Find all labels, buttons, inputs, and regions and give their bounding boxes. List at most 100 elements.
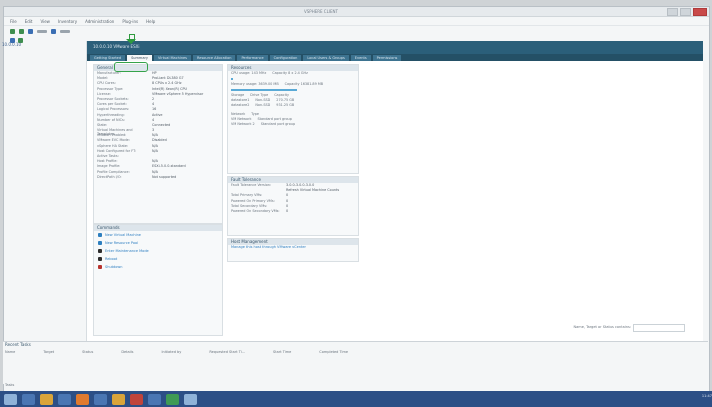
tab-highlight-box: [114, 62, 148, 72]
recent-tasks-panel: Recent Tasks Name Target Status Details …: [3, 341, 708, 384]
commands-panel: Commands New Virtual Machine New Resourc…: [93, 224, 223, 336]
recent-tasks-columns: Name Target Status Details Initiated by …: [3, 350, 708, 354]
col-name[interactable]: Name: [5, 350, 15, 354]
cpu-row: CPU usage: 143 MHz Capacity 8 x 2.4 GHz: [228, 71, 358, 76]
storage-cell: datastore2: [231, 103, 250, 107]
command-new-pool[interactable]: New Resource Pool: [94, 239, 222, 247]
forward-icon[interactable]: [19, 28, 24, 34]
search-label: Name, Target or Status contains:: [573, 325, 631, 329]
col-details[interactable]: Details: [121, 350, 133, 354]
col-completed[interactable]: Completed Time: [319, 350, 348, 354]
ie-icon[interactable]: [22, 393, 35, 405]
menu-administration[interactable]: Administration: [85, 19, 114, 24]
tab-getting-started[interactable]: Getting Started: [90, 55, 126, 61]
arrow-head: [126, 39, 136, 44]
general-row: DirectPath I/O: Not supported: [94, 175, 222, 180]
back-icon[interactable]: [10, 28, 15, 34]
menu-inventory[interactable]: Inventory: [58, 19, 77, 24]
menu-edit[interactable]: Edit: [25, 19, 33, 24]
vsphere-icon[interactable]: [94, 393, 107, 405]
start-button[interactable]: [4, 393, 17, 405]
minimize-button[interactable]: [667, 8, 678, 16]
firefox-icon[interactable]: [76, 393, 89, 405]
menu-help[interactable]: Help: [146, 19, 155, 24]
app-icon[interactable]: [58, 393, 71, 405]
storage-table: Storage Drive Type Capacity datastore1 Non-S…: [228, 93, 358, 108]
command-shutdown[interactable]: Shutdown: [94, 263, 222, 271]
window-controls: [667, 8, 707, 16]
fault-value: Refresh Virtual Machine Counts: [286, 188, 340, 193]
network-row[interactable]: VM Network 2 Standard port group: [228, 122, 358, 127]
chrome-icon[interactable]: [166, 393, 179, 405]
network-icon[interactable]: [148, 393, 161, 405]
general-value: Not supported: [152, 174, 177, 179]
breadcrumb-icon[interactable]: [37, 29, 47, 33]
menu-file[interactable]: File: [10, 19, 17, 24]
tab-virtual-machines[interactable]: Virtual Machines: [153, 55, 192, 61]
storage-cell: Non-SSD: [255, 103, 271, 107]
menu-bar: File Edit View Inventory Administration …: [4, 17, 709, 26]
inventory-tree: 10.0.0.10: [2, 42, 82, 342]
command-reboot[interactable]: Reboot: [94, 255, 222, 263]
col-start[interactable]: Start Time: [273, 350, 291, 354]
command-maintenance[interactable]: Enter Maintenance Mode: [94, 247, 222, 255]
fault-value: 0: [286, 208, 289, 213]
storage-cell: 931.25 GB: [276, 103, 295, 107]
mem-usage: Memory usage: 3639.00 MB: [231, 82, 279, 86]
resources-panel: Resources CPU usage: 143 MHz Capacity 8 x…: [227, 64, 359, 174]
col-requested[interactable]: Requested Start Ti...: [209, 350, 245, 354]
annotation-arrow: [126, 34, 136, 44]
col-target[interactable]: Target: [43, 350, 54, 354]
storage-row[interactable]: datastore2 Non-SSD 931.25 GB: [228, 103, 358, 108]
fault-key: Powered On Secondary VMs:: [231, 208, 280, 213]
fault-row: Powered On Secondary VMs: 0: [228, 209, 358, 214]
folder-icon[interactable]: [112, 393, 125, 405]
summary-content: General Manufacturer: HP Model: ProLiant DL…: [93, 64, 697, 336]
col-initiated[interactable]: Initiated by: [161, 350, 181, 354]
vm-icon: [98, 233, 102, 237]
toolbar: [4, 26, 709, 36]
window-icon[interactable]: [184, 393, 197, 405]
host-name: 10.0.0.10 VMware ESXi: [93, 44, 140, 49]
col-status[interactable]: Status: [82, 350, 93, 354]
general-key: DirectPath I/O:: [97, 174, 122, 179]
general-rows: Manufacturer: HP Model: ProLiant DL380 G7 CP…: [94, 71, 222, 180]
inventory-host-item[interactable]: 10.0.0.10: [2, 42, 82, 47]
search-input[interactable]: [633, 324, 685, 332]
maximize-button[interactable]: [680, 8, 691, 16]
maintenance-icon: [98, 249, 102, 253]
recent-tasks-title: Recent Tasks: [5, 342, 31, 347]
tab-events[interactable]: Events: [350, 55, 371, 61]
cpu-bar: [231, 78, 234, 80]
window-title: VSPHERE CLIENT: [304, 9, 338, 14]
host-header: 10.0.0.10 VMware ESXi: [87, 41, 703, 54]
tab-configuration[interactable]: Configuration: [269, 55, 302, 61]
explorer-icon[interactable]: [40, 393, 53, 405]
home-icon[interactable]: [28, 28, 33, 34]
tab-permissions[interactable]: Permissions: [372, 55, 402, 61]
reboot-icon: [98, 257, 102, 261]
tool-icon[interactable]: [130, 393, 143, 405]
cpu-capacity: Capacity 8 x 2.4 GHz: [272, 71, 308, 75]
menu-view[interactable]: View: [40, 19, 50, 24]
vcenter-link[interactable]: Manage this host through VMware vCenter: [228, 245, 358, 249]
tab-performance[interactable]: Performance: [237, 55, 268, 61]
title-bar: VSPHERE CLIENT: [4, 7, 709, 17]
cpu-usage: CPU usage: 143 MHz: [231, 71, 267, 75]
menu-plugins[interactable]: Plug-ins: [122, 19, 138, 24]
network-cell: Standard port group: [260, 122, 296, 126]
mem-bar: [231, 89, 298, 91]
close-button[interactable]: [693, 8, 707, 16]
tab-summary[interactable]: Summary: [127, 55, 152, 61]
tab-users-groups[interactable]: Local Users & Groups: [303, 55, 349, 61]
general-value: Connected: [152, 122, 171, 127]
command-new-vm[interactable]: New Virtual Machine: [94, 231, 222, 239]
inventory-icon[interactable]: [51, 28, 56, 34]
fault-rows: Fault Tolerance Version: 3.0.0-3.0.0-3.0.…: [228, 183, 358, 214]
network-cell: VM Network 2: [231, 122, 255, 126]
tab-resource-allocation[interactable]: Resource Allocation: [193, 55, 236, 61]
nav-icon[interactable]: [60, 29, 70, 33]
main-panel: 10.0.0.10 VMware ESXi Getting Started Su…: [86, 41, 703, 341]
status-bar: Tasks: [5, 383, 15, 387]
taskbar: 11:47: [0, 391, 712, 407]
